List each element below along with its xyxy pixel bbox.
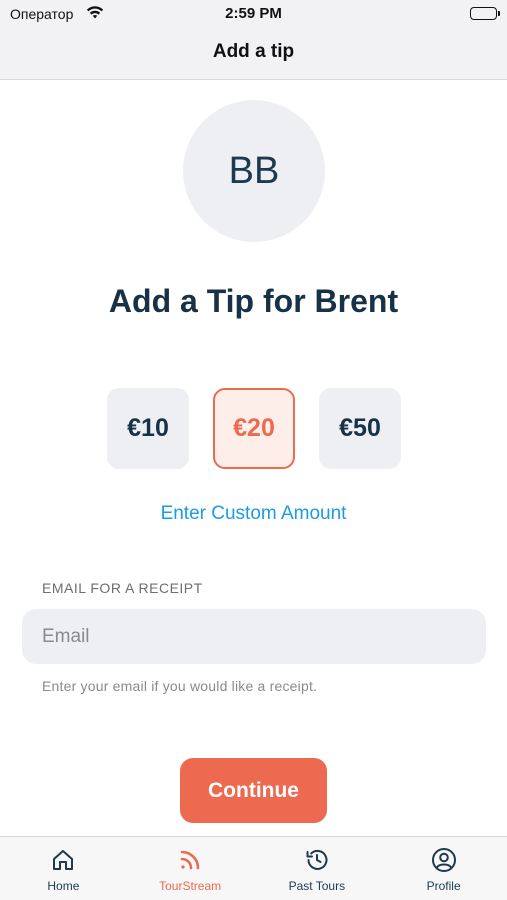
tip-amount-20-button[interactable]: €20: [213, 388, 295, 469]
tip-heading: Add a Tip for Brent: [108, 283, 399, 319]
tip-amount-50-button[interactable]: €50: [319, 388, 401, 469]
avatar: BB: [183, 100, 325, 242]
email-input[interactable]: [22, 609, 486, 664]
tab-past-tours[interactable]: Past Tours: [254, 837, 381, 900]
email-hint: Enter your email if you would like a rec…: [42, 678, 318, 694]
tab-bar: Home TourStream Past Tours Profile: [0, 836, 507, 900]
tab-tourstream[interactable]: TourStream: [127, 837, 254, 900]
custom-amount-link[interactable]: Enter Custom Amount: [0, 503, 507, 525]
navigation-bar: Add a tip: [0, 30, 507, 80]
tab-tourstream-label: TourStream: [159, 879, 222, 893]
profile-icon: [431, 847, 457, 873]
battery-icon: [470, 7, 500, 20]
tab-profile-label: Profile: [426, 879, 461, 893]
status-bar: Оператор 2:59 PM: [0, 0, 507, 30]
tab-home-label: Home: [47, 879, 80, 893]
tab-past-tours-label: Past Tours: [288, 879, 346, 893]
tab-profile[interactable]: Profile: [380, 837, 507, 900]
tab-home[interactable]: Home: [0, 837, 127, 900]
rss-icon: [177, 847, 203, 873]
page-title: Add a tip: [212, 41, 295, 62]
home-icon: [50, 847, 76, 873]
history-icon: [304, 847, 330, 873]
avatar-initials: BB: [228, 149, 280, 192]
status-time: 2:59 PM: [225, 5, 282, 22]
continue-button[interactable]: Continue: [180, 758, 327, 823]
tip-amount-10-button[interactable]: €10: [107, 388, 189, 469]
email-section-label: EMAIL FOR A RECEIPT: [42, 580, 203, 596]
